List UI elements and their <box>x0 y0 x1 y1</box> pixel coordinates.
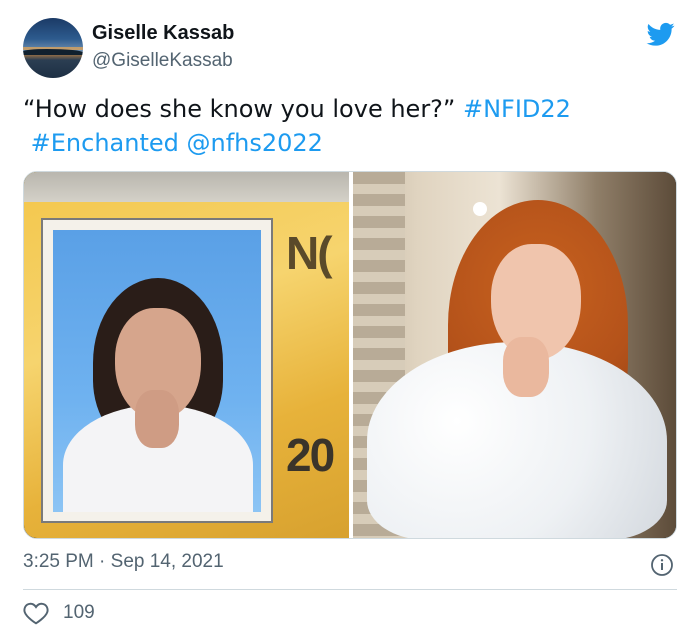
tweet-text: “How does she know you love her?” #NFID2… <box>23 92 673 160</box>
yearbook-photo[interactable]: N( 20 <box>24 172 349 538</box>
tweet-timestamp[interactable]: 3:25 PM · Sep 14, 2021 <box>23 551 224 573</box>
tweet-media[interactable]: N( 20 <box>23 171 677 539</box>
twitter-bird-icon[interactable] <box>644 20 678 48</box>
tweet-quote-text: “How does she know you love her?” <box>23 95 463 123</box>
info-icon[interactable] <box>650 553 674 577</box>
portrait-hand <box>135 390 179 448</box>
hashtag-nfid22[interactable]: #NFID22 <box>463 95 571 123</box>
movie-still-photo[interactable] <box>353 172 676 538</box>
yearbook-text-top: N( <box>286 227 333 279</box>
author-display-name[interactable]: Giselle Kassab <box>92 22 234 45</box>
still-hand <box>503 337 549 397</box>
like-count: 109 <box>63 602 95 623</box>
photo-top-strip <box>24 172 349 202</box>
portrait <box>53 230 261 512</box>
hair-flower <box>473 202 487 216</box>
avatar-trees <box>23 49 83 55</box>
divider <box>23 589 677 590</box>
heart-icon[interactable] <box>23 601 49 625</box>
hashtag-enchanted[interactable]: #Enchanted <box>31 129 179 157</box>
tweet-card: Giselle Kassab @GiselleKassab “How does … <box>0 0 700 642</box>
like-button[interactable]: 109 <box>23 601 95 625</box>
author-handle[interactable]: @GiselleKassab <box>92 50 233 72</box>
yearbook-text-bottom: 20 <box>286 429 335 481</box>
avatar[interactable] <box>23 18 83 78</box>
mention-nfhs2022[interactable]: @nfhs2022 <box>187 129 323 157</box>
